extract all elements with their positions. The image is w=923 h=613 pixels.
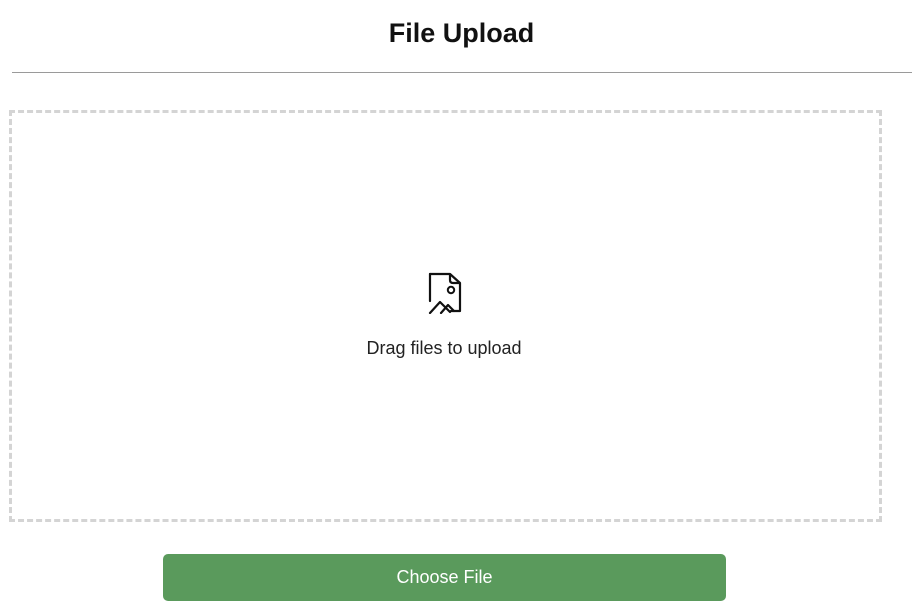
- file-drop-zone[interactable]: [9, 110, 882, 522]
- title-divider: [12, 72, 912, 73]
- image-file-icon: [428, 272, 462, 314]
- page-title: File Upload: [388, 18, 535, 48]
- dropzone-instruction-text: Drag files to upload: [366, 338, 522, 358]
- file-upload-page: File Upload Drag files to upload Choose …: [0, 0, 923, 613]
- choose-file-button[interactable]: Choose File: [163, 554, 726, 601]
